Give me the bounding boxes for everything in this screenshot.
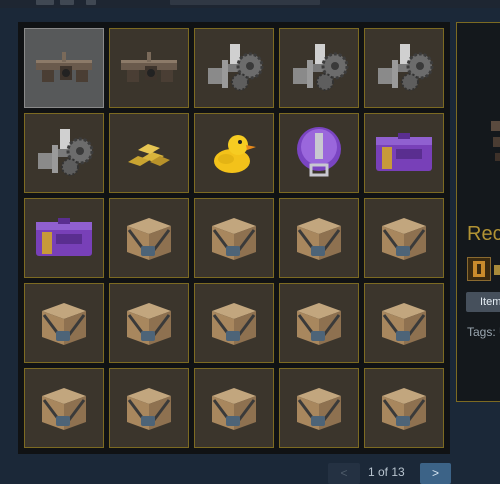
machinery-icon — [32, 123, 96, 183]
inventory-slot[interactable] — [24, 28, 104, 108]
top-bar — [0, 0, 500, 8]
item-title: Rec — [467, 223, 500, 245]
inventory-grid — [18, 22, 450, 454]
crate-icon — [376, 295, 432, 351]
inventory-slot[interactable] — [24, 198, 104, 278]
crate-icon — [291, 295, 347, 351]
inventory-slot[interactable] — [194, 283, 274, 363]
inventory-slot[interactable] — [364, 28, 444, 108]
item-badge-icon — [467, 257, 491, 281]
prev-page-button[interactable]: < — [328, 463, 360, 484]
inventory-slot[interactable] — [194, 198, 274, 278]
pagination: < 1 of 13 > — [0, 463, 500, 484]
inventory-slot[interactable] — [109, 368, 189, 448]
crate-icon — [206, 295, 262, 351]
inventory-slot[interactable] — [279, 283, 359, 363]
item-button[interactable]: Item — [466, 292, 500, 312]
gold-bars-icon — [124, 136, 174, 170]
inventory-slot[interactable] — [194, 368, 274, 448]
machinery-icon — [287, 38, 351, 98]
inventory-slot[interactable] — [364, 198, 444, 278]
inventory-slot[interactable] — [24, 113, 104, 193]
inventory-slot[interactable] — [364, 283, 444, 363]
purple-case-icon — [32, 214, 96, 262]
crate-icon — [291, 210, 347, 266]
machinery-icon — [372, 38, 436, 98]
crate-icon — [36, 380, 92, 436]
inventory-slot[interactable] — [364, 113, 444, 193]
crate-icon — [121, 380, 177, 436]
crate-icon — [36, 295, 92, 351]
tags-label: Tags: U — [467, 325, 500, 339]
inventory-slot[interactable] — [279, 198, 359, 278]
inventory-slot[interactable] — [109, 28, 189, 108]
anvil-icon — [117, 46, 181, 90]
rubber-duck-icon — [210, 129, 258, 177]
next-page-button[interactable]: > — [420, 463, 451, 484]
crate-icon — [206, 380, 262, 436]
crate-icon — [206, 210, 262, 266]
inventory-slot[interactable] — [194, 113, 274, 193]
inventory-slot[interactable] — [109, 198, 189, 278]
crate-icon — [291, 380, 347, 436]
item-details-panel — [456, 22, 500, 402]
inventory-slot[interactable] — [109, 283, 189, 363]
anvil-icon — [32, 46, 96, 90]
machinery-icon — [202, 38, 266, 98]
crate-icon — [121, 210, 177, 266]
crate-icon — [376, 380, 432, 436]
item-badge-small-icon — [494, 265, 500, 275]
purple-case-icon — [372, 129, 436, 177]
item-preview-icon — [491, 121, 500, 161]
inventory-slot[interactable] — [279, 368, 359, 448]
inventory-slot[interactable] — [279, 28, 359, 108]
inventory-slot[interactable] — [24, 368, 104, 448]
page-indicator: 1 of 13 — [368, 465, 405, 479]
inventory-slot[interactable] — [279, 113, 359, 193]
inventory-slot[interactable] — [109, 113, 189, 193]
crate-icon — [376, 210, 432, 266]
purple-tin-icon — [291, 125, 347, 181]
inventory-slot[interactable] — [194, 28, 274, 108]
crate-icon — [121, 295, 177, 351]
inventory-slot[interactable] — [364, 368, 444, 448]
inventory-slot[interactable] — [24, 283, 104, 363]
